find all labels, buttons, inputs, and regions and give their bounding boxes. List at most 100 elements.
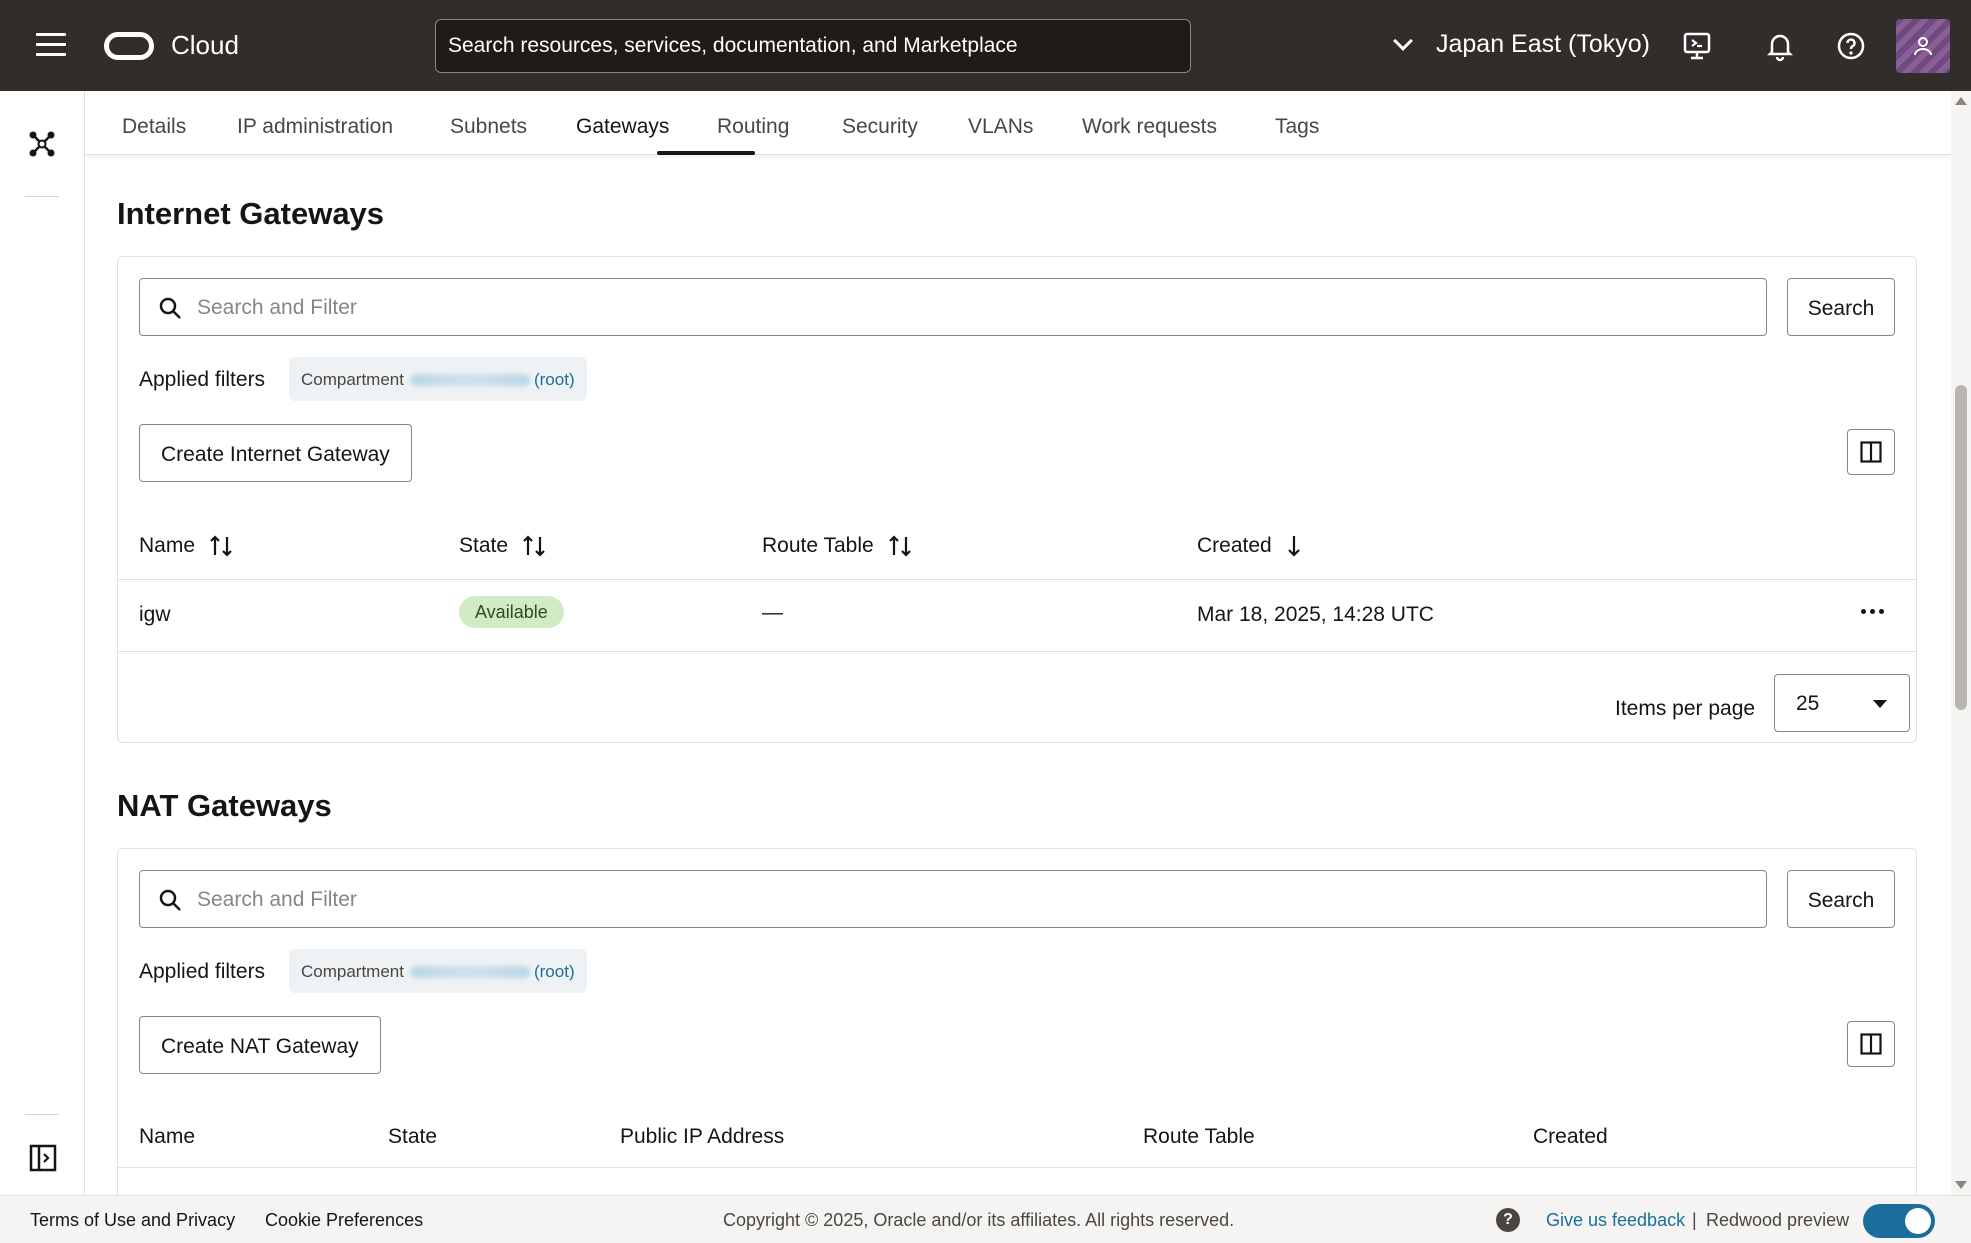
igw-search-button[interactable]: Search [1787,278,1895,336]
avatar[interactable] [1896,19,1950,73]
cloud-shell-icon[interactable] [1681,30,1713,62]
igw-col-created[interactable]: Created [1197,533,1302,559]
nat-col-state[interactable]: State [388,1125,437,1149]
terms-link[interactable]: Terms of Use and Privacy [30,1210,235,1231]
chip-label: Compartment [301,962,404,981]
igw-search-input[interactable]: Search and Filter [139,278,1767,336]
nat-col-public-ip[interactable]: Public IP Address [620,1125,784,1149]
give-feedback-link[interactable]: Give us feedback [1546,1210,1685,1231]
menu-icon[interactable] [36,33,66,57]
nat-search-placeholder: Search and Filter [197,888,357,911]
scroll-up-arrow-icon[interactable] [1955,97,1967,105]
table-divider [118,651,1916,652]
igw-col-route-table-label: Route Table [762,534,874,557]
igw-search-placeholder: Search and Filter [197,296,357,319]
igw-col-name-label: Name [139,534,196,557]
page-scrollbar[interactable] [1951,91,1971,1195]
nat-gateways-card: Search and Filter Search Applied filters… [117,848,1917,1208]
search-icon [159,297,181,319]
sort-icon [888,535,911,557]
sort-icon [210,535,232,557]
redwood-preview-label: Redwood preview [1706,1210,1850,1230]
igw-columns-button[interactable] [1847,429,1895,475]
chip-label: Compartment [301,370,404,389]
nat-search-button[interactable]: Search [1787,870,1895,928]
region-label: Japan East (Tokyo) [1436,30,1650,58]
tab-gateways[interactable]: Gateways [576,115,669,139]
igw-col-route-table[interactable]: Route Table [762,533,912,559]
help-icon[interactable]: ? [1496,1208,1520,1232]
redwood-preview-toggle[interactable] [1863,1204,1935,1238]
chip-root-label: (root) [533,962,575,981]
nat-gateways-title: NAT Gateways [117,788,332,823]
igw-col-name[interactable]: Name [139,533,233,559]
igw-applied-filters-label: Applied filters [139,368,266,391]
page-footer: Terms of Use and Privacy Cookie Preferen… [0,1195,1971,1243]
chip-root-label: (root) [533,370,575,389]
nat-search-input[interactable]: Search and Filter [139,870,1767,928]
tab-security[interactable]: Security [842,115,918,139]
igw-compartment-filter-chip[interactable]: Compartment (root) [289,357,587,401]
global-search-input[interactable]: Search resources, services, documentatio… [435,19,1191,73]
copyright-text: Copyright © 2025, Oracle and/or its affi… [723,1210,1235,1230]
cookie-preferences-link[interactable]: Cookie Preferences [265,1210,423,1231]
igw-col-state[interactable]: State [459,533,546,559]
tab-details[interactable]: Details [122,115,186,139]
nat-compartment-filter-chip[interactable]: Compartment (root) [289,949,587,993]
tab-tags[interactable]: Tags [1275,115,1319,139]
region-selector[interactable]: Japan East (Tokyo) [1393,30,1650,59]
toggle-knob [1905,1208,1931,1234]
redacted-compartment-name [409,374,530,386]
rail-divider [25,1114,59,1115]
scroll-down-arrow-icon[interactable] [1955,1181,1967,1189]
sort-icon [523,535,545,557]
help-icon[interactable] [1835,30,1867,62]
left-rail [0,91,85,1195]
tab-vlans[interactable]: VLANs [968,115,1033,139]
caret-down-icon [1873,700,1887,708]
expand-panel-icon[interactable] [29,1144,57,1172]
scrollbar-thumb[interactable] [1955,385,1967,710]
nat-applied-filters-label: Applied filters [139,960,266,983]
table-divider [118,579,1916,580]
internet-gateways-title: Internet Gateways [117,196,385,231]
igw-row-created: Mar 18, 2025, 14:28 UTC [1197,603,1434,626]
sort-descending-icon [1287,536,1300,557]
network-topology-icon[interactable] [27,129,57,159]
user-icon [1914,37,1932,56]
rail-divider [25,196,59,197]
nat-col-route-table[interactable]: Route Table [1143,1125,1255,1149]
igw-row-route-table: — [762,601,783,624]
tab-routing[interactable]: Routing [717,115,789,139]
items-per-page-select[interactable]: 25 [1774,674,1910,732]
search-icon [159,889,181,911]
columns-icon [1860,1033,1882,1055]
igw-col-created-label: Created [1197,534,1272,557]
tab-work-requests[interactable]: Work requests [1082,115,1217,139]
create-nat-gateway-button[interactable]: Create NAT Gateway [139,1016,381,1074]
resource-tabs: Details IP administration Subnets Gatewa… [85,91,1951,155]
igw-row-name[interactable]: igw [139,603,171,627]
table-divider [118,1167,1916,1168]
cloud-label[interactable]: Cloud [171,30,239,61]
footer-separator: | [1692,1210,1697,1230]
redacted-compartment-name [409,966,530,978]
columns-icon [1860,441,1882,463]
items-per-page-label: Items per page [1615,697,1756,720]
bell-icon[interactable] [1764,30,1796,62]
oracle-logo[interactable] [104,32,154,60]
igw-col-state-label: State [459,534,509,557]
items-per-page-value: 25 [1796,692,1820,715]
tab-ip-administration[interactable]: IP administration [237,115,393,139]
active-tab-indicator [657,151,755,155]
nat-col-name[interactable]: Name [139,1125,195,1149]
tab-subnets[interactable]: Subnets [450,115,527,139]
nat-col-created[interactable]: Created [1533,1125,1608,1149]
nat-columns-button[interactable] [1847,1021,1895,1067]
row-actions-icon[interactable] [1861,609,1884,614]
status-badge: Available [459,596,564,628]
create-internet-gateway-button[interactable]: Create Internet Gateway [139,424,412,482]
global-header: Cloud Search resources, services, docume… [0,0,1971,91]
chevron-down-icon [1393,30,1413,51]
internet-gateways-card: Search and Filter Search Applied filters… [117,256,1917,743]
